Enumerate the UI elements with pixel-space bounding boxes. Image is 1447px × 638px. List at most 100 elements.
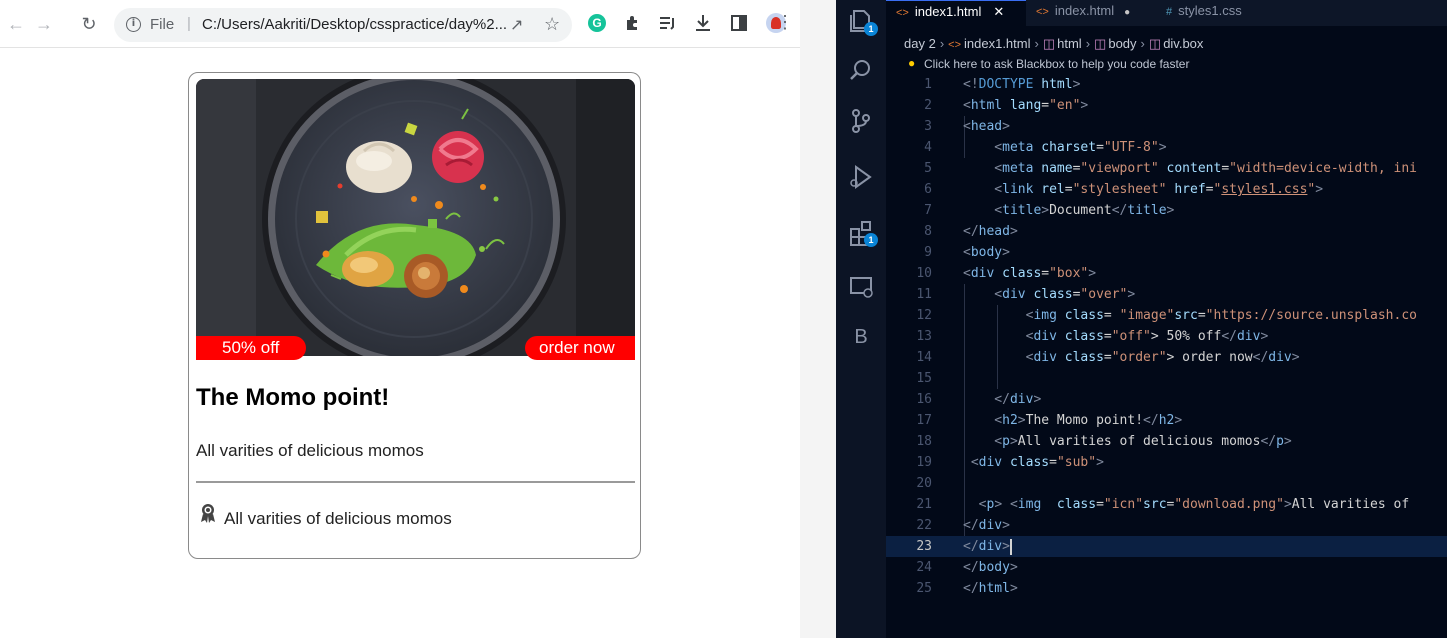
- code-line[interactable]: 8 </head>: [886, 221, 1447, 242]
- back-arrow-icon[interactable]: ←: [6, 14, 26, 34]
- code-line[interactable]: 21 <p> <img class="icn"src="download.png…: [886, 494, 1447, 515]
- code-line[interactable]: 22 </div>: [886, 515, 1447, 536]
- code-line[interactable]: 13 <div class="off"> 50% off</div>: [886, 326, 1447, 347]
- code-line[interactable]: 16 </div>: [886, 389, 1447, 410]
- line-number: 6: [924, 182, 932, 197]
- page-viewport: 50% off order now The Momo point! All va…: [0, 48, 800, 638]
- extensions-icon[interactable]: [624, 14, 642, 32]
- code-line[interactable]: 15: [886, 368, 1447, 389]
- reading-list-icon[interactable]: [659, 15, 677, 31]
- code-line[interactable]: 7 <title>Document</title>: [886, 200, 1447, 221]
- line-number: 3: [924, 119, 932, 134]
- tab-index1-html[interactable]: <> index1.html ✕: [886, 0, 1026, 26]
- code-line[interactable]: 20: [886, 473, 1447, 494]
- html-file-icon: <>: [896, 7, 909, 19]
- code-text: </div>: [963, 392, 1042, 407]
- info-icon[interactable]: i: [126, 17, 141, 32]
- blackbox-icon[interactable]: B: [846, 322, 876, 352]
- reload-icon[interactable]: ↻: [79, 14, 99, 34]
- code-text: <h2>The Momo point!</h2>: [963, 413, 1183, 428]
- tab-styles1-css[interactable]: # styles1.css: [1156, 0, 1286, 26]
- download-icon[interactable]: [694, 13, 712, 33]
- line-number: 14: [916, 350, 932, 365]
- star-icon[interactable]: ☆: [544, 14, 560, 35]
- blackbox-hint[interactable]: Click here to ask Blackbox to help you c…: [924, 57, 1189, 71]
- line-number: 5: [924, 161, 932, 176]
- code-text: <link rel="stylesheet" href="styles1.css…: [963, 182, 1324, 197]
- code-line[interactable]: 3 <head>: [886, 116, 1447, 137]
- card-divider: [196, 481, 635, 483]
- code-editor-window: 1 1 B <> index1.html ✕ <> index.html ● # styl…: [836, 0, 1447, 638]
- line-number: 1: [924, 77, 932, 92]
- code-text: <div class="over">: [963, 287, 1136, 302]
- code-line[interactable]: 11 <div class="over">: [886, 284, 1447, 305]
- run-debug-icon[interactable]: [846, 162, 876, 192]
- line-number: 7: [924, 203, 932, 218]
- code-line[interactable]: 24 </body>: [886, 557, 1447, 578]
- code-text: <div class="off"> 50% off</div>: [963, 329, 1269, 344]
- code-text: <!DOCTYPE html>: [963, 77, 1081, 92]
- breadcrumb-file[interactable]: index1.html: [964, 36, 1030, 51]
- code-line[interactable]: 2 <html lang="en">: [886, 95, 1447, 116]
- menu-icon[interactable]: ⋮: [776, 12, 794, 33]
- tab-label: index.html: [1054, 3, 1115, 18]
- code-line[interactable]: 4 <meta charset="UTF-8">: [886, 137, 1447, 158]
- code-text: <meta name="viewport" content="width=dev…: [963, 161, 1417, 176]
- code-line[interactable]: 23 </div>: [886, 536, 1447, 557]
- line-number: 9: [924, 245, 932, 260]
- code-area[interactable]: 1 <!DOCTYPE html> 2 <html lang="en"> 3 <head>…: [886, 74, 1447, 604]
- line-number: 2: [924, 98, 932, 113]
- share-icon[interactable]: ↗: [510, 15, 523, 35]
- browser-toolbar: ← → ↻ i File | C:/Users/Aakriti/Desktop/…: [0, 0, 800, 48]
- source-control-icon[interactable]: [846, 106, 876, 136]
- card-image-wrapper: 50% off order now: [196, 79, 635, 360]
- element-cube-icon: ◫: [1094, 36, 1107, 51]
- code-line[interactable]: 10 <div class="box">: [886, 263, 1447, 284]
- line-number: 19: [916, 455, 932, 470]
- element-cube-icon: ◫: [1042, 36, 1056, 51]
- order-now-badge[interactable]: order now: [525, 336, 635, 360]
- breadcrumb-folder[interactable]: day 2: [904, 36, 936, 51]
- line-number: 10: [916, 266, 932, 281]
- code-text: <img class= "image"src="https://source.u…: [963, 308, 1417, 323]
- forward-arrow-icon[interactable]: →: [34, 14, 54, 34]
- remote-explorer-icon[interactable]: [846, 272, 876, 302]
- tab-label: index1.html: [914, 4, 982, 19]
- code-line[interactable]: 14 <div class="order"> order now</div>: [886, 347, 1447, 368]
- breadcrumb-body[interactable]: body: [1108, 36, 1136, 51]
- unsaved-dot-icon[interactable]: ●: [1124, 7, 1130, 18]
- url-separator: |: [187, 15, 191, 32]
- code-line[interactable]: 25 </html>: [886, 578, 1447, 599]
- url-text[interactable]: C:/Users/Aakriti/Desktop/csspractice/day…: [202, 16, 507, 33]
- address-bar[interactable]: i File | C:/Users/Aakriti/Desktop/csspra…: [114, 8, 572, 42]
- card-sub-text: All varities of delicious momos: [224, 509, 452, 528]
- line-number: 11: [916, 287, 932, 302]
- extensions-badge: 1: [864, 233, 878, 247]
- line-number: 24: [916, 560, 932, 575]
- code-text: <div class="box">: [963, 266, 1097, 281]
- grammarly-icon[interactable]: G: [588, 14, 606, 32]
- line-number: 20: [916, 476, 932, 491]
- tab-index-html[interactable]: <> index.html ●: [1026, 0, 1156, 26]
- code-line[interactable]: 1 <!DOCTYPE html>: [886, 74, 1447, 95]
- explorer-badge: 1: [864, 22, 878, 36]
- breadcrumb-html[interactable]: html: [1057, 36, 1082, 51]
- close-icon[interactable]: ✕: [993, 4, 1004, 19]
- code-line[interactable]: 12 <img class= "image"src="https://sourc…: [886, 305, 1447, 326]
- breadcrumb-div-box[interactable]: div.box: [1163, 36, 1203, 51]
- lightbulb-icon: ●: [908, 56, 916, 70]
- code-text: </head>: [963, 224, 1018, 239]
- code-line[interactable]: 19 <div class="sub">: [886, 452, 1447, 473]
- award-ribbon-icon: [201, 504, 215, 523]
- code-text: <div class="sub">: [963, 455, 1104, 470]
- search-icon[interactable]: [846, 56, 876, 86]
- code-line[interactable]: 9 <body>: [886, 242, 1447, 263]
- code-line[interactable]: 6 <link rel="stylesheet" href="styles1.c…: [886, 179, 1447, 200]
- code-line[interactable]: 5 <meta name="viewport" content="width=d…: [886, 158, 1447, 179]
- side-panel-icon[interactable]: [730, 14, 748, 32]
- momo-dish-image: [196, 79, 635, 356]
- momo-card: 50% off order now The Momo point! All va…: [188, 72, 641, 559]
- code-line[interactable]: 18 <p>All varities of delicious momos</p…: [886, 431, 1447, 452]
- code-line[interactable]: 17 <h2>The Momo point!</h2>: [886, 410, 1447, 431]
- code-text: <p> <img class="icn"src="download.png">A…: [963, 497, 1410, 512]
